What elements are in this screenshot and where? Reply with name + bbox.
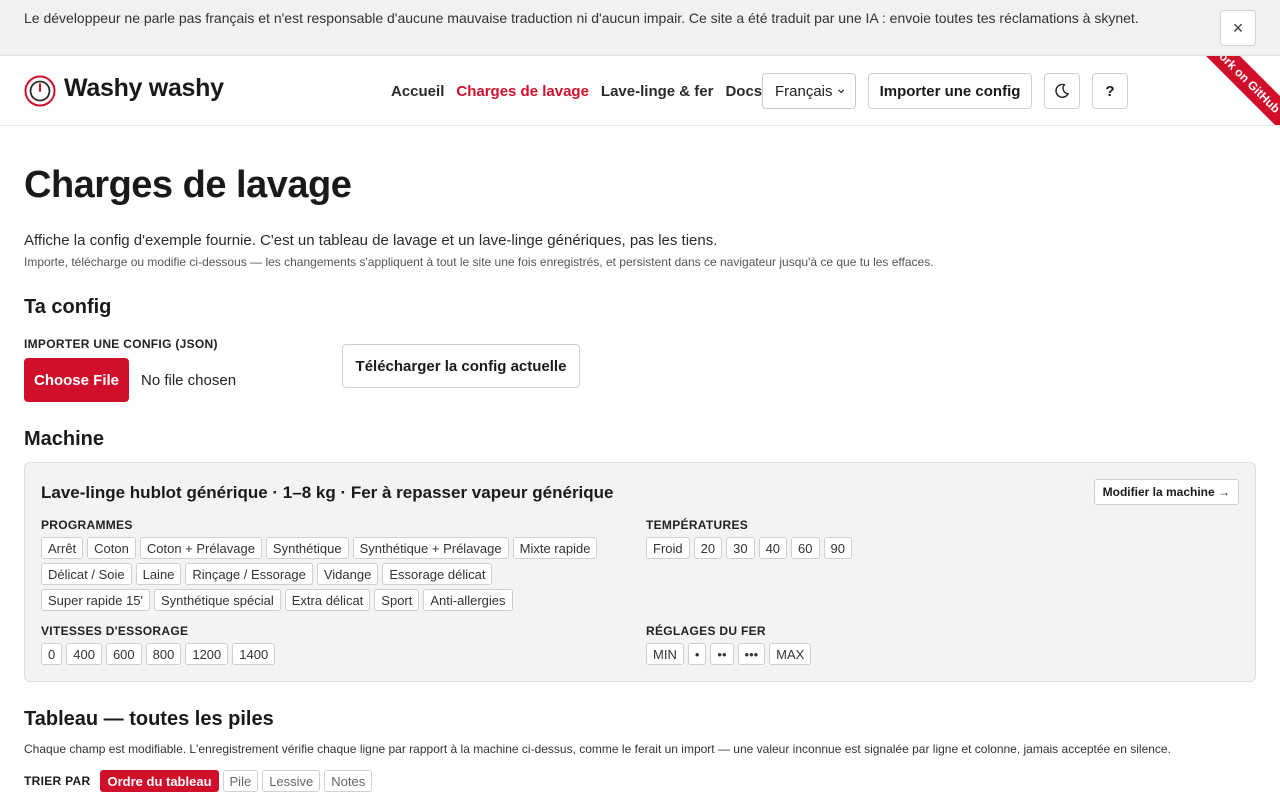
machine-heading: Machine (24, 428, 105, 450)
sort-row: TRIER PAR Ordre du tableau Pile Lessive Not… (24, 770, 373, 792)
nav-link-3[interactable]: Docs (725, 83, 762, 100)
import-config-button[interactable]: Importer une config (868, 73, 1032, 109)
machine-card: Lave-linge hublot générique · 1–8 kg · F… (24, 462, 1256, 682)
table-description: Chaque champ est modifiable. L'enregistr… (24, 742, 1171, 756)
download-config-button[interactable]: Télécharger la config actuelle (342, 344, 580, 388)
program-chip: Mixte rapide (512, 537, 598, 559)
iron-setting-chip: MIN (646, 643, 684, 665)
file-status: No file chosen (141, 372, 237, 389)
spin-speed-chip: 600 (105, 643, 142, 665)
edit-machine-button[interactable]: Modifier la machine → (1093, 479, 1239, 505)
spin-speeds-list: 0 400 600 800 1200 1400 (41, 643, 601, 665)
temperature-chip: 60 (791, 537, 820, 559)
page-intro: Affiche la config d'exemple fournie. C'e… (24, 232, 718, 249)
sort-label: TRIER PAR (24, 774, 91, 788)
programs-list: Arrêt Coton Coton + Prélavage Synthétique Sy… (41, 537, 601, 611)
iron-setting-chip: • (687, 643, 707, 665)
sort-options: Ordre du tableau Pile Lessive Notes (100, 770, 373, 792)
table-heading: Tableau — toutes les piles (24, 708, 274, 730)
program-chip: Extra délicat (284, 589, 371, 611)
choose-file-button[interactable]: Choose File (24, 358, 129, 402)
language-select[interactable]: Français ⌄ (762, 73, 856, 109)
program-chip: Laine (135, 563, 182, 585)
program-chip: Synthétique + Prélavage (352, 537, 509, 559)
iron-setting-chip: •• (710, 643, 734, 665)
machine-name: Lave-linge hublot générique · 1–8 kg · F… (41, 483, 614, 502)
temperature-chip: 20 (693, 537, 723, 559)
sort-option[interactable]: Pile (222, 770, 259, 792)
import-config-label: IMPORTER UNE CONFIG (JSON) (24, 337, 218, 351)
program-chip: Super rapide 15' (41, 589, 150, 611)
main-nav: Accueil Charges de lavage Lave-linge & fer… (391, 56, 762, 125)
temperature-chip: 90 (823, 537, 852, 559)
temperature-chip: Froid (646, 537, 690, 559)
program-chip: Coton (87, 537, 136, 559)
iron-setting-chip: ••• (737, 643, 766, 665)
nav-link-0[interactable]: Accueil (391, 83, 444, 100)
close-icon: × (1232, 18, 1244, 38)
moon-icon (1055, 83, 1069, 98)
spin-speed-chip: 1200 (185, 643, 229, 665)
page-intro-sub: Importe, télécharge ou modifie ci-dessou… (24, 255, 934, 269)
program-chip: Anti-allergies (423, 589, 513, 611)
site-header: Washy washy Accueil Charges de lavage Lave… (0, 56, 1280, 126)
iron-settings-list: MIN • •• ••• MAX (646, 643, 1206, 665)
program-chip: Sport (374, 589, 420, 611)
sort-option[interactable]: Lessive (262, 770, 321, 792)
spin-speed-chip: 800 (145, 643, 182, 665)
temperatures-list: Froid 20 30 40 60 90 (646, 537, 1206, 559)
help-button[interactable]: ? (1092, 73, 1128, 109)
washing-machine-logo-icon[interactable] (24, 75, 56, 107)
program-chip: Rinçage / Essorage (185, 563, 313, 585)
program-chip: Délicat / Soie (41, 563, 132, 585)
temperature-chip: 30 (726, 537, 755, 559)
spin-speed-chip: 1400 (232, 643, 276, 665)
temperature-chip: 40 (758, 537, 788, 559)
iron-settings-label: RÉGLAGES DU FER (646, 624, 766, 638)
program-chip: Synthétique spécial (154, 589, 281, 611)
program-chip: Essorage délicat (382, 563, 493, 585)
banner-text: Le développeur ne parle pas français et … (24, 10, 1139, 26)
chevron-down-icon: ⌄ (835, 79, 847, 96)
config-heading: Ta config (24, 296, 112, 318)
sort-option[interactable]: Notes (324, 770, 373, 792)
nav-link-1[interactable]: Charges de lavage (456, 83, 589, 100)
program-chip: Arrêt (41, 537, 84, 559)
sort-option[interactable]: Ordre du tableau (100, 770, 219, 792)
program-chip: Synthétique (265, 537, 349, 559)
program-chip: Vidange (316, 563, 379, 585)
temperatures-label: TEMPÉRATURES (646, 518, 749, 532)
close-banner-button[interactable]: × (1220, 10, 1256, 46)
language-value: Français (775, 82, 833, 100)
page-title: Charges de lavage (24, 164, 352, 206)
nav-link-2[interactable]: Lave-linge & fer (601, 83, 714, 100)
theme-toggle-button[interactable] (1044, 73, 1080, 109)
program-chip: Coton + Prélavage (139, 537, 262, 559)
translation-banner: Le développeur ne parle pas français et … (0, 0, 1280, 56)
brand-name[interactable]: Washy washy (64, 74, 224, 103)
programs-label: PROGRAMMES (41, 518, 133, 532)
github-ribbon[interactable]: Fork on GitHub (1185, 56, 1280, 125)
iron-setting-chip: MAX (769, 643, 812, 665)
spin-speed-chip: 400 (66, 643, 102, 665)
spin-speeds-label: VITESSES D'ESSORAGE (41, 624, 189, 638)
spin-speed-chip: 0 (41, 643, 63, 665)
